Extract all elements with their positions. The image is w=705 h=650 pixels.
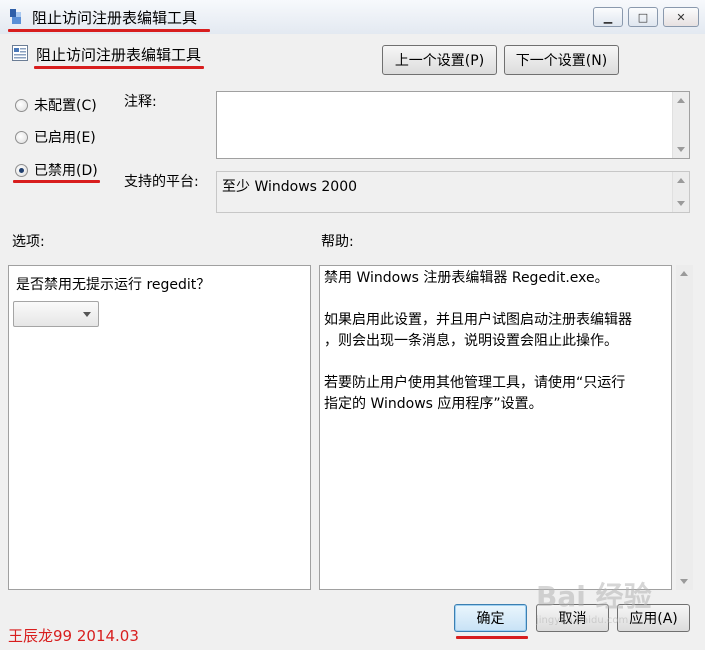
help-line: 若要防止用户使用其他管理工具，请使用“只运行 [324, 375, 626, 391]
help-line: 如果启用此设置，并且用户试图启动注册表编辑器 [324, 312, 632, 328]
previous-setting-button[interactable]: 上一个设置(P) [382, 45, 497, 75]
policy-setting-icon [12, 45, 28, 61]
watermark-text: Bai 经验 [536, 580, 652, 613]
policy-title: 阻止访问注册表编辑工具 [36, 46, 202, 64]
comment-textarea[interactable] [216, 91, 690, 159]
platform-field: 至少 Windows 2000 [216, 171, 690, 213]
next-setting-button[interactable]: 下一个设置(N) [504, 45, 619, 75]
close-icon: ✕ [676, 10, 686, 24]
scroll-down-icon[interactable] [677, 147, 685, 152]
title-bar: 阻止访问注册表编辑工具 ▁ □ ✕ [0, 0, 705, 34]
radio-enabled-label: 已启用(E) [34, 130, 96, 146]
radio-not-configured-label: 未配置(C) [34, 98, 97, 114]
chevron-down-icon[interactable] [83, 312, 91, 317]
minimize-button[interactable]: ▁ [593, 7, 623, 27]
radio-not-configured[interactable]: 未配置(C) [15, 95, 97, 115]
scroll-up-icon[interactable] [677, 178, 685, 183]
radio-disabled-label: 已禁用(D) [34, 163, 98, 179]
help-pane: 禁用 Windows 注册表编辑器 Regedit.exe。 如果启用此设置，并… [319, 265, 672, 590]
regedit-question: 是否禁用无提示运行 regedit？ [16, 277, 211, 293]
registry-app-icon [10, 9, 21, 24]
radio-enabled-indicator[interactable] [15, 130, 28, 144]
scroll-down-icon[interactable] [677, 201, 685, 206]
help-blank-line [324, 289, 632, 310]
watermark: Bai 经验 jingyan.baidu.com [536, 575, 696, 635]
maximize-button[interactable]: □ [628, 7, 658, 27]
window-title: 阻止访问注册表编辑工具 [32, 9, 198, 27]
options-pane: 是否禁用无提示运行 regedit？ [8, 265, 311, 590]
help-line: 禁用 Windows 注册表编辑器 Regedit.exe。 [324, 270, 609, 286]
platform-label: 支持的平台: [124, 174, 199, 190]
platform-value: 至少 Windows 2000 [222, 179, 358, 195]
help-line: ，则会出现一条消息，说明设置会阻止此操作。 [324, 333, 618, 349]
watermark-sub: jingyan.baidu.com [536, 615, 629, 626]
comment-label: 注释: [124, 94, 157, 110]
radio-enabled[interactable]: 已启用(E) [15, 127, 96, 147]
author-note: 王辰龙99 2014.03 [8, 627, 139, 645]
help-text: 禁用 Windows 注册表编辑器 Regedit.exe。 如果启用此设置，并… [324, 268, 632, 415]
scroll-up-icon[interactable] [680, 271, 688, 276]
scroll-up-icon[interactable] [677, 98, 685, 103]
comment-scrollbar[interactable] [672, 92, 689, 158]
ok-button[interactable]: 确定 [454, 604, 527, 632]
maximize-icon: □ [637, 10, 649, 24]
radio-disabled-indicator[interactable] [15, 163, 28, 177]
radio-disabled[interactable]: 已禁用(D) [15, 160, 98, 180]
help-label: 帮助: [321, 234, 354, 250]
ok-annotation-underline [456, 636, 528, 639]
regedit-combo[interactable] [13, 301, 99, 327]
help-scrollbar[interactable] [676, 265, 693, 590]
help-blank-line [324, 352, 632, 373]
disabled-annotation-underline [13, 180, 100, 183]
help-line: 指定的 Windows 应用程序”设置。 [324, 396, 543, 412]
title-annotation-underline [8, 29, 210, 32]
platform-scrollbar[interactable] [672, 172, 689, 212]
policy-title-annotation-underline [34, 66, 204, 69]
close-button[interactable]: ✕ [663, 7, 699, 27]
options-label: 选项: [12, 234, 45, 250]
minimize-icon: ▁ [603, 10, 613, 24]
radio-not-configured-indicator[interactable] [15, 98, 28, 112]
